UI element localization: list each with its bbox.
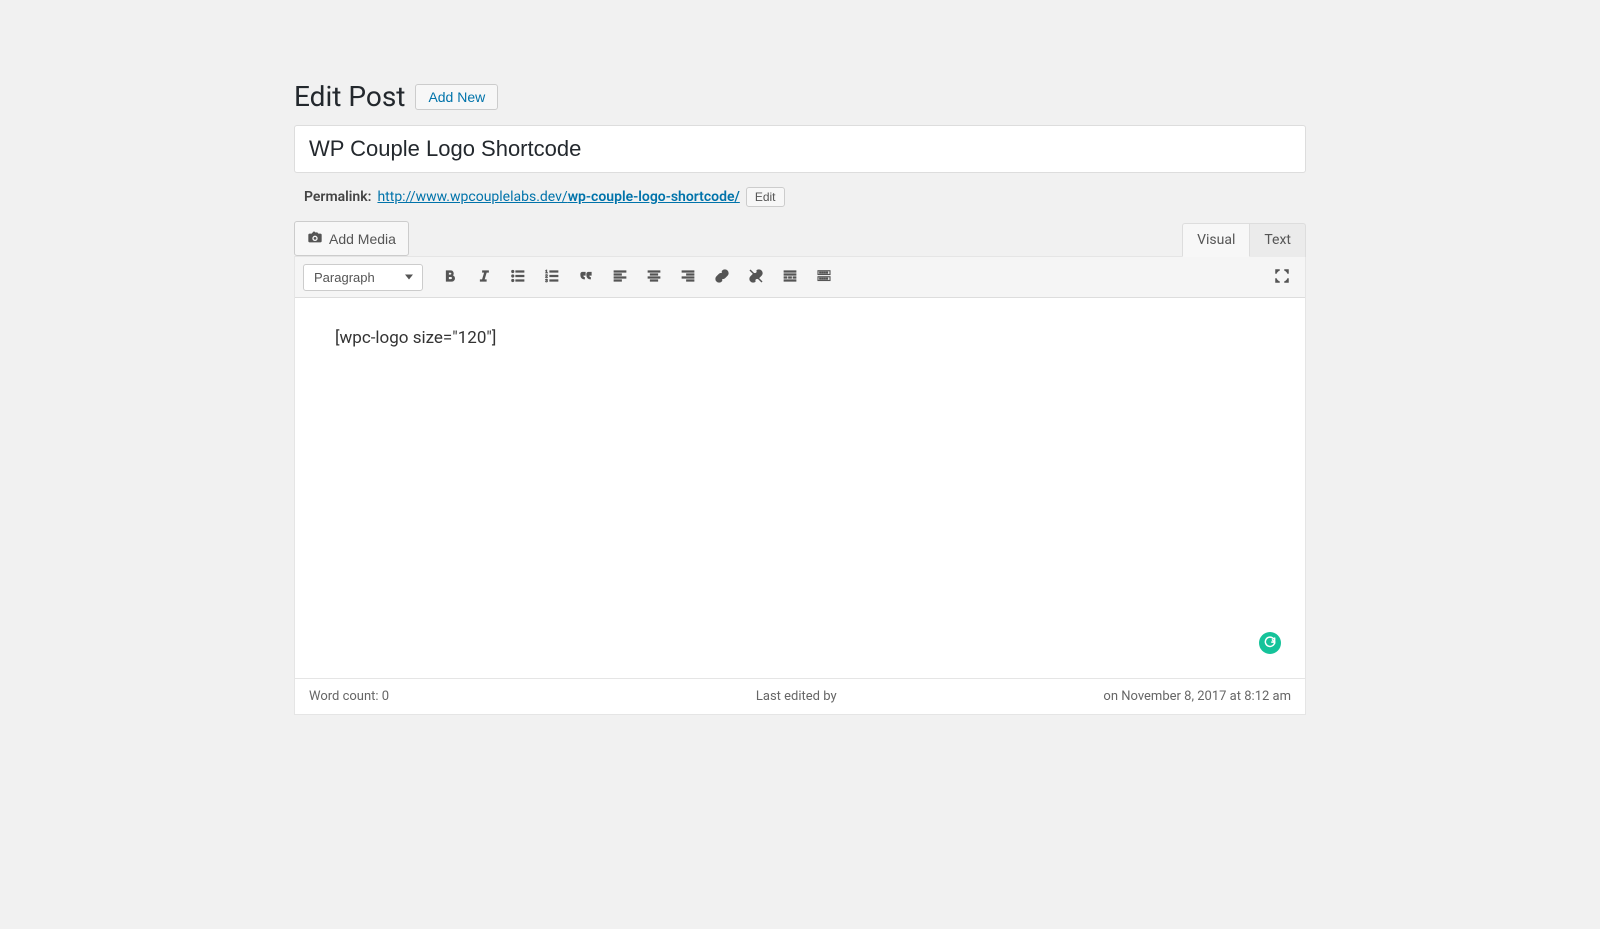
title-wrap <box>294 125 1306 173</box>
editor-tabs: Visual Text <box>1182 222 1306 256</box>
link-icon <box>713 267 731 288</box>
align-center-button[interactable] <box>639 263 669 291</box>
editor-toolbar: Paragraph 123 <box>295 257 1305 298</box>
align-left-icon <box>611 267 629 288</box>
italic-button[interactable] <box>469 263 499 291</box>
page-title: Edit Post <box>294 80 405 113</box>
bullet-list-icon <box>509 267 527 288</box>
last-edited-time: on November 8, 2017 at 8:12 am <box>1103 689 1291 704</box>
editor-statusbar: Word count: 0 Last edited by on November… <box>295 678 1305 714</box>
permalink-base: http://www.wpcouplelabs.dev/ <box>377 189 567 205</box>
format-select[interactable]: Paragraph <box>303 264 423 291</box>
toolbar-toggle-icon <box>815 267 833 288</box>
editor-text: [wpc-logo size="120"] <box>335 328 1265 348</box>
fullscreen-button[interactable] <box>1267 263 1297 291</box>
align-center-icon <box>645 267 663 288</box>
fullscreen-icon <box>1273 267 1291 288</box>
add-new-button[interactable]: Add New <box>415 84 498 110</box>
add-media-label: Add Media <box>329 231 396 247</box>
readmore-button[interactable] <box>775 263 805 291</box>
page-heading: Edit Post Add New <box>294 80 1306 113</box>
quote-icon <box>577 267 595 288</box>
media-tabs-row: Add Media Visual Text <box>294 221 1306 256</box>
format-select-wrap: Paragraph <box>303 264 423 291</box>
toolbar-toggle-button[interactable] <box>809 263 839 291</box>
align-right-button[interactable] <box>673 263 703 291</box>
bullet-list-button[interactable] <box>503 263 533 291</box>
editor-wrap: Edit Post Add New Permalink: http://www.… <box>294 80 1306 715</box>
blockquote-button[interactable] <box>571 263 601 291</box>
word-count: Word count: 0 <box>309 689 389 704</box>
link-button[interactable] <box>707 263 737 291</box>
align-right-icon <box>679 267 697 288</box>
numbered-list-button[interactable]: 123 <box>537 263 567 291</box>
italic-icon <box>475 267 493 288</box>
bold-button[interactable] <box>435 263 465 291</box>
numbered-list-icon: 123 <box>543 267 561 288</box>
grammarly-icon <box>1263 633 1277 653</box>
svg-text:3: 3 <box>545 278 548 283</box>
tab-text[interactable]: Text <box>1250 223 1306 257</box>
permalink-label: Permalink: <box>304 189 371 205</box>
permalink-link[interactable]: http://www.wpcouplelabs.dev/wp-couple-lo… <box>377 189 739 205</box>
edit-slug-button[interactable]: Edit <box>746 187 785 207</box>
tab-visual[interactable]: Visual <box>1182 223 1250 257</box>
last-edited-by: Last edited by <box>389 689 1103 704</box>
readmore-icon <box>781 267 799 288</box>
bold-icon <box>441 267 459 288</box>
permalink-row: Permalink: http://www.wpcouplelabs.dev/w… <box>294 181 1306 221</box>
editor-content-area[interactable]: [wpc-logo size="120"] <box>295 298 1305 678</box>
permalink-slug: wp-couple-logo-shortcode/ <box>568 189 740 205</box>
align-left-button[interactable] <box>605 263 635 291</box>
editor-box: Paragraph 123 <box>294 256 1306 715</box>
camera-icon <box>307 229 323 248</box>
post-title-input[interactable] <box>294 125 1306 173</box>
unlink-icon <box>747 267 765 288</box>
unlink-button[interactable] <box>741 263 771 291</box>
add-media-button[interactable]: Add Media <box>294 221 409 256</box>
grammarly-badge[interactable] <box>1259 632 1281 654</box>
